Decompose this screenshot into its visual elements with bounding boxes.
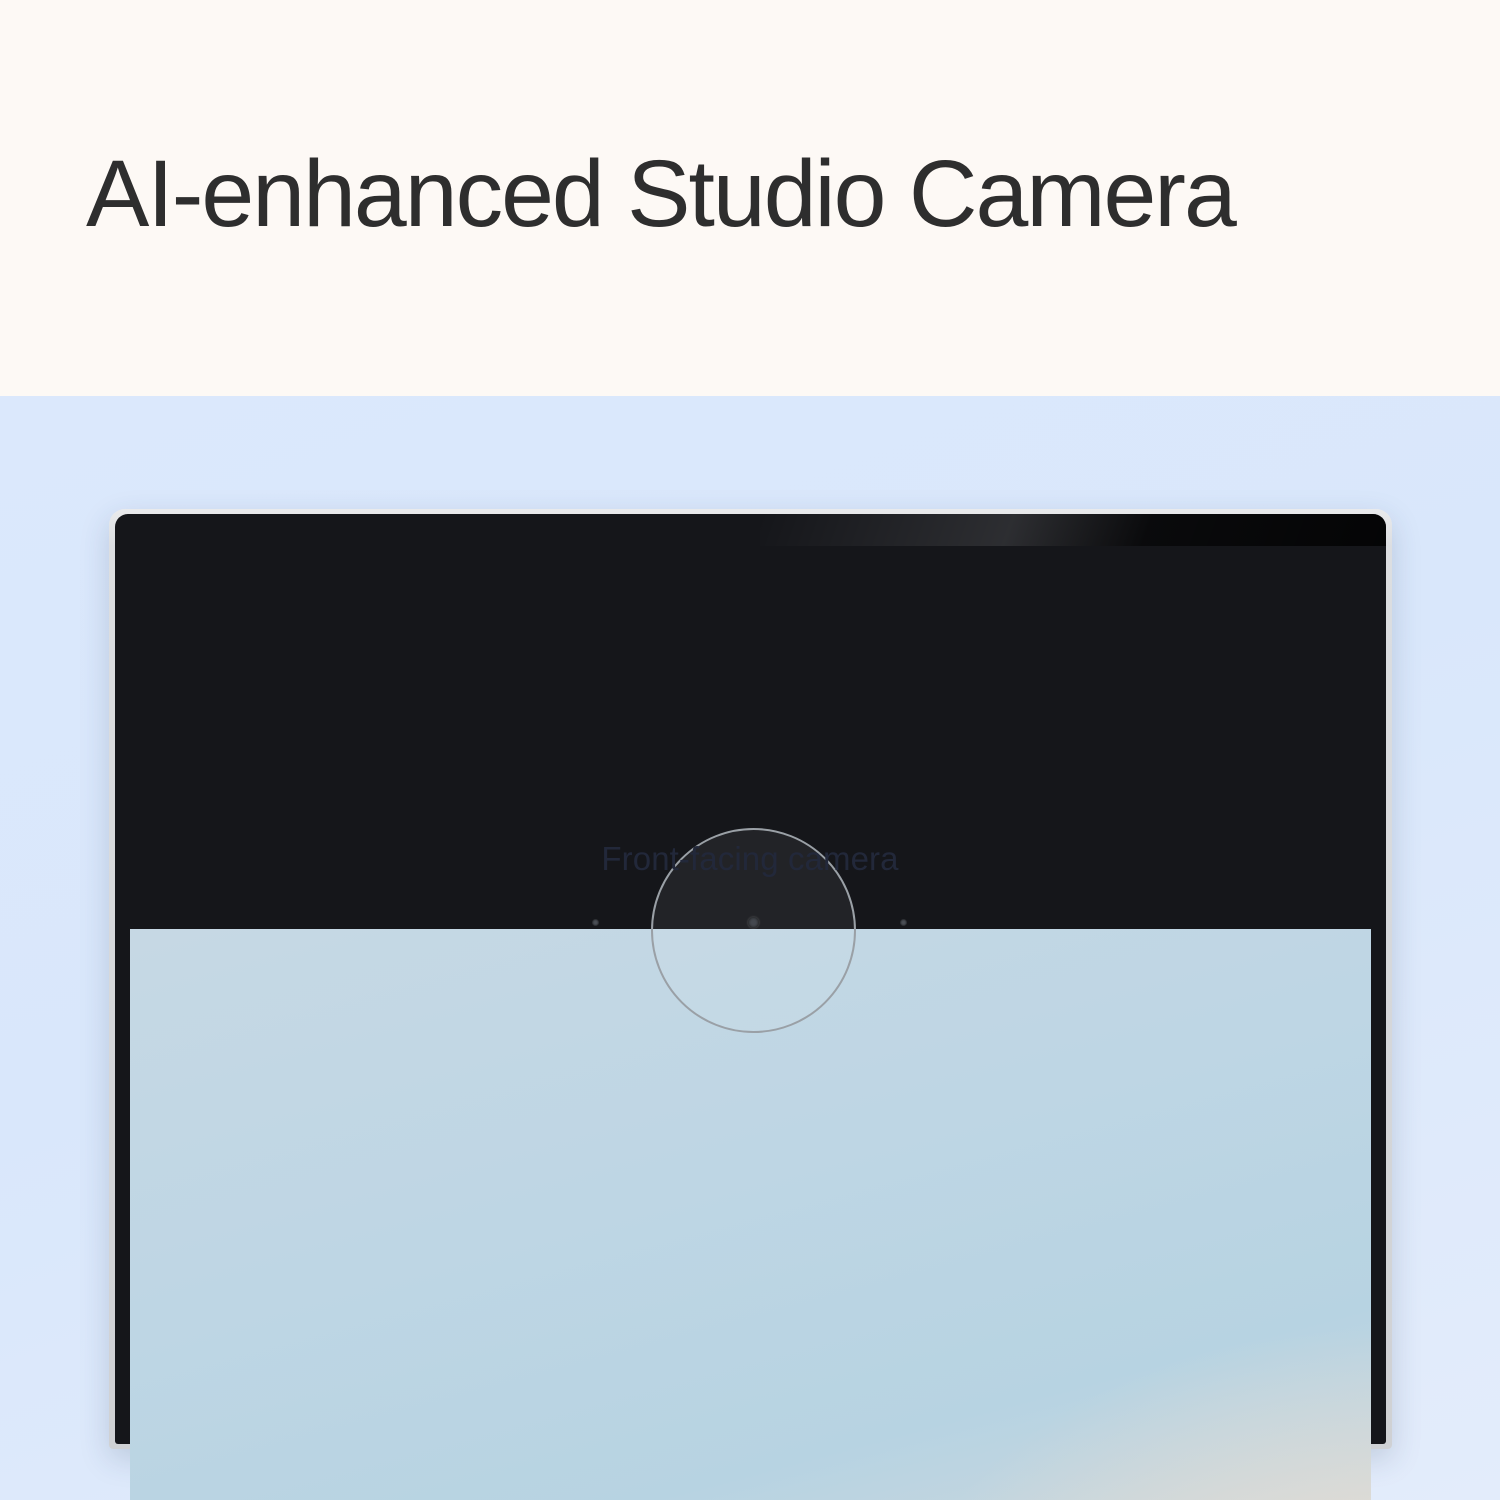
page-title: AI-enhanced Studio Camera (86, 141, 1237, 247)
header-band: AI-enhanced Studio Camera (0, 0, 1500, 396)
camera-sensor-left-icon (592, 919, 599, 926)
callout-label: Front-facing camera (601, 840, 899, 877)
bezel-glare (760, 514, 1386, 546)
product-scene: Studio Effects Standard Blur (0, 396, 1500, 1500)
camera-sensor-right-icon (900, 919, 907, 926)
